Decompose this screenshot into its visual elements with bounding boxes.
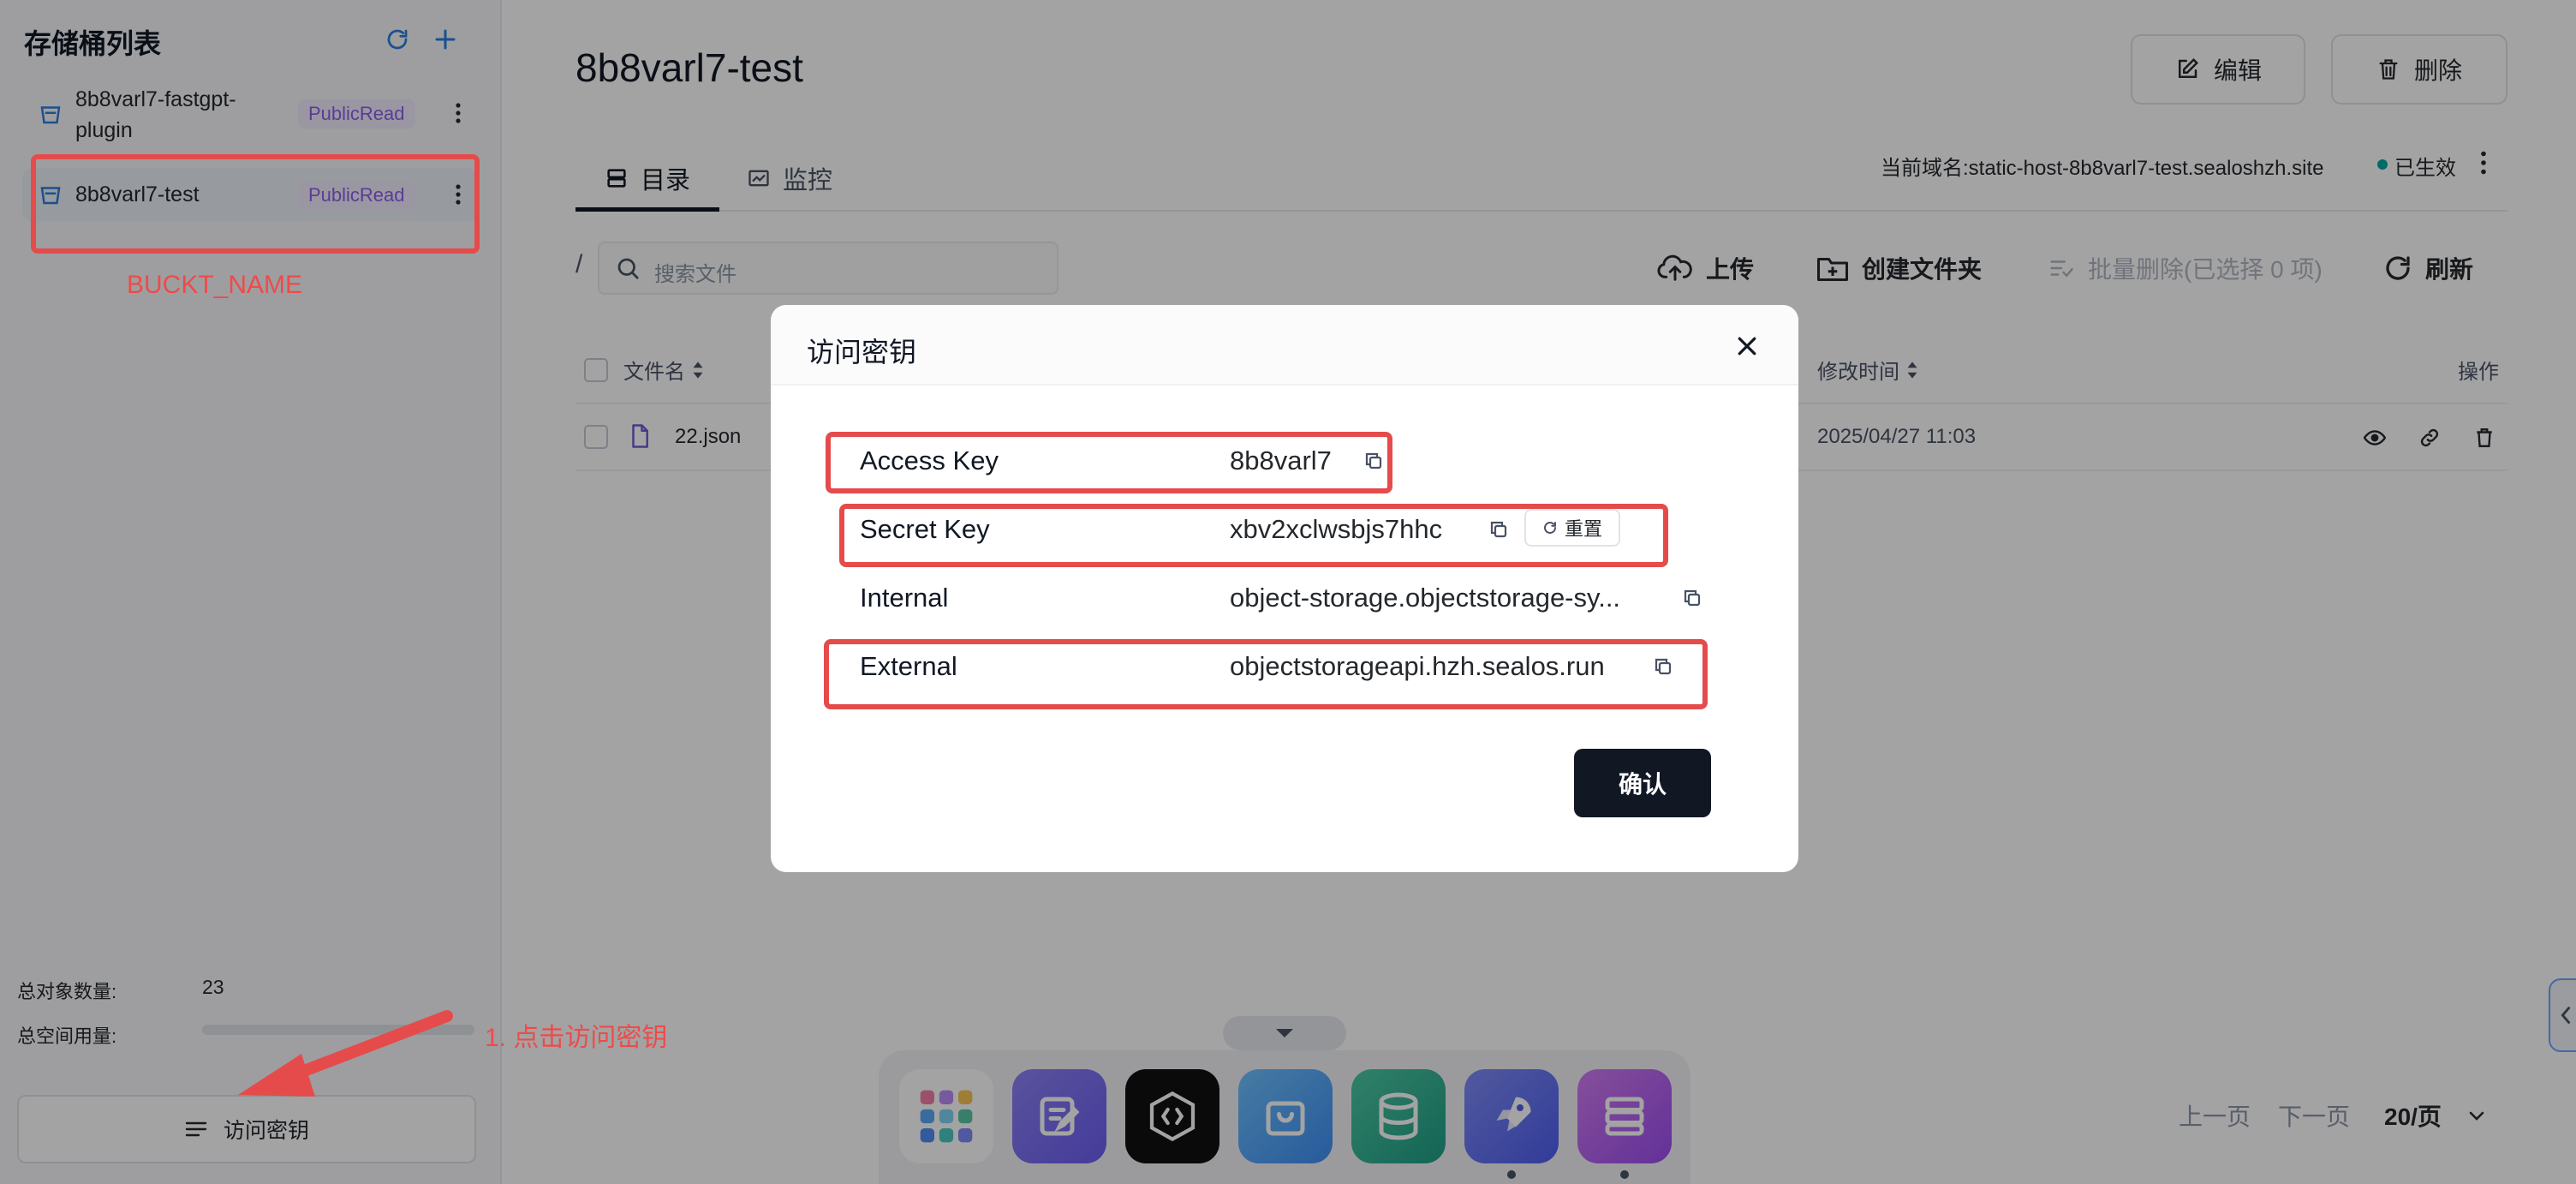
- modal-header: [771, 305, 1798, 386]
- confirm-button[interactable]: 确认: [1574, 749, 1711, 817]
- internal-endpoint-value: object-storage.objectstorage-sy...: [1230, 583, 1621, 613]
- close-modal-button[interactable]: [1728, 327, 1766, 365]
- external-endpoint-highlight-box: [824, 639, 1708, 709]
- annotation-arrow-icon: [238, 1010, 453, 1097]
- internal-endpoint-label: Internal: [860, 583, 949, 613]
- bucket-highlight-box: [31, 154, 480, 254]
- secret-key-highlight-box: [839, 504, 1668, 567]
- step-annotation: 1. 点击访问密钥: [485, 1024, 668, 1052]
- close-icon: [1738, 337, 1756, 356]
- access-key-highlight-box: [826, 432, 1392, 493]
- copy-icon[interactable]: [1682, 588, 1702, 608]
- modal-title: 访问密钥: [807, 337, 917, 368]
- bucket-name-annotation: BUCKT_NAME: [127, 271, 303, 299]
- access-key-modal: 访问密钥 Access Key 8b8varl7 Secret Key xbv2…: [771, 305, 1798, 872]
